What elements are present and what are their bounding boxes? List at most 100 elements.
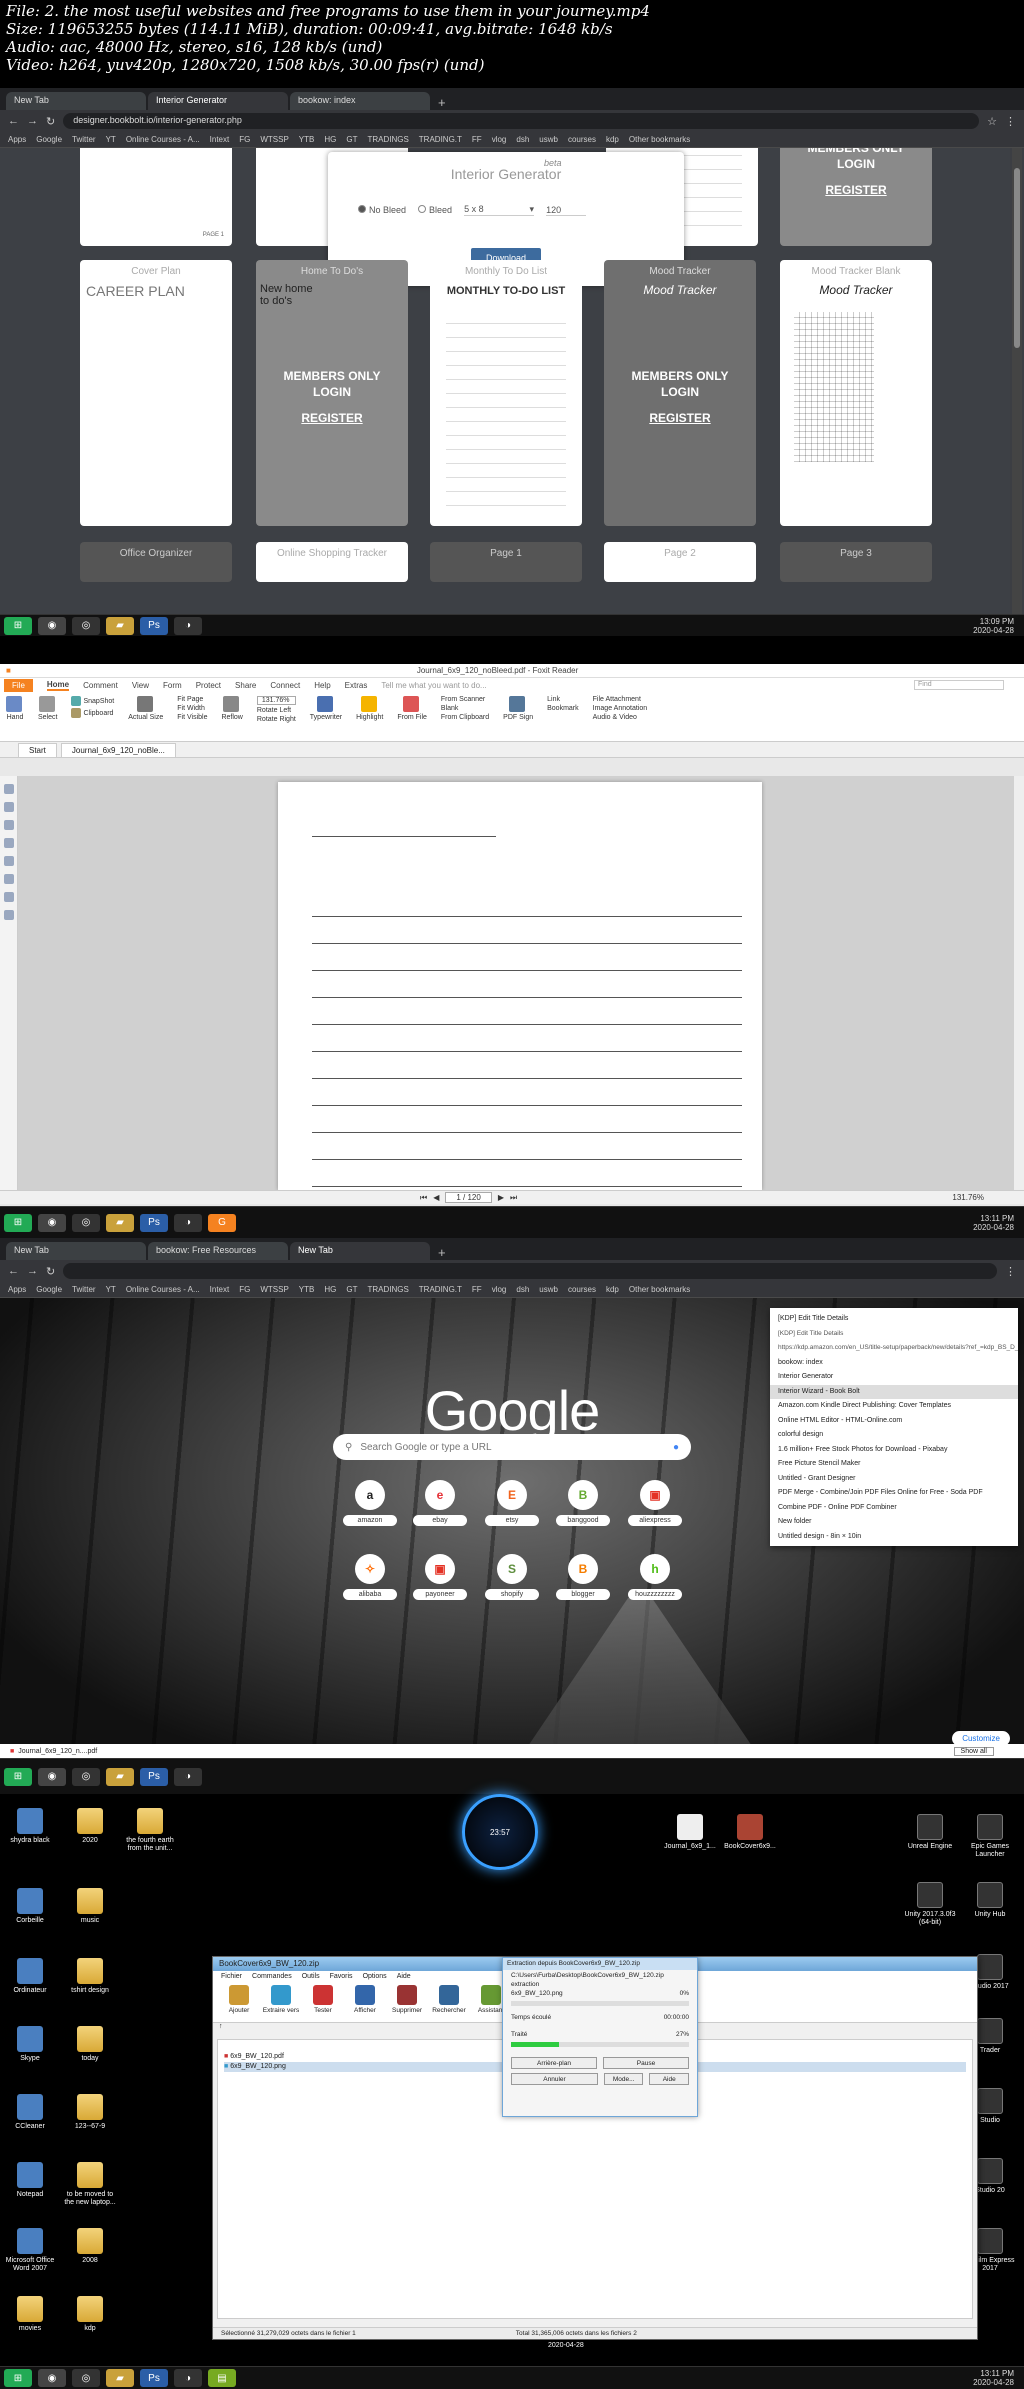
shortcut-payoneer[interactable]: ▣ payoneer bbox=[413, 1554, 467, 1600]
desktop-icon[interactable]: CCleaner bbox=[2, 2094, 58, 2131]
fit-page-button[interactable]: Fit Page bbox=[177, 696, 207, 703]
menu-extras[interactable]: Extras bbox=[345, 681, 368, 690]
rotate-left-button[interactable]: Rotate Left bbox=[257, 707, 296, 714]
desktop-icon[interactable]: 2020 bbox=[62, 1808, 118, 1845]
winrar-tool-button[interactable]: Ajouter bbox=[219, 1985, 259, 2020]
template-card-mood-tracker-blank[interactable]: Mood Tracker Blank Mood Tracker bbox=[780, 260, 932, 526]
bookmark-item[interactable]: vlog bbox=[492, 135, 507, 144]
security-icon[interactable] bbox=[4, 892, 14, 902]
bookmark-item[interactable]: WTSSP bbox=[260, 1285, 288, 1294]
reload-icon[interactable]: ↻ bbox=[46, 115, 55, 128]
template-card-office-organizer[interactable]: Office Organizer bbox=[80, 542, 232, 582]
shortcut-banggood[interactable]: Bbanggood bbox=[556, 1480, 610, 1526]
template-card-home-todo[interactable]: Home To Do's New home to do's MEMBERS ON… bbox=[256, 260, 408, 526]
microphone-icon[interactable]: ● bbox=[673, 1442, 679, 1453]
tags-icon[interactable] bbox=[4, 910, 14, 920]
bookmark-item[interactable]: HG bbox=[324, 135, 336, 144]
layers-icon[interactable] bbox=[4, 820, 14, 830]
pages-input[interactable]: 120 bbox=[546, 205, 587, 216]
highlight-button[interactable]: Highlight bbox=[356, 696, 383, 737]
bookmark-item[interactable]: Apps bbox=[8, 135, 26, 144]
register-link[interactable]: REGISTER bbox=[256, 410, 408, 426]
tab-bookow-free-resources[interactable]: bookow: Free Resources bbox=[148, 1242, 288, 1260]
login-link[interactable]: LOGIN bbox=[256, 384, 408, 400]
bookmark-item[interactable]: Twitter bbox=[72, 135, 96, 144]
bookmark-menu-item[interactable]: bookow: index bbox=[770, 1356, 1018, 1371]
desktop-icon[interactable]: Unreal Engine bbox=[902, 1814, 958, 1851]
winrar-menu-item[interactable]: Favoris bbox=[330, 1971, 353, 1983]
first-page-icon[interactable]: ⏮ bbox=[420, 1193, 427, 1203]
folder-icon[interactable]: ▰ bbox=[106, 2369, 134, 2387]
shortcut-etsy[interactable]: Eetsy bbox=[485, 1480, 539, 1526]
register-link[interactable]: REGISTER bbox=[780, 182, 932, 198]
rotate-right-button[interactable]: Rotate Right bbox=[257, 716, 296, 723]
template-card-page-2[interactable]: Page 2 bbox=[604, 542, 756, 582]
bookmark-item[interactable]: kdp bbox=[606, 135, 619, 144]
select-tool[interactable]: Select bbox=[38, 696, 57, 737]
google-search-box[interactable]: ⚲ Search Google or type a URL ● bbox=[333, 1434, 691, 1460]
winrar-tool-button[interactable]: Extraire vers bbox=[261, 1985, 301, 2020]
bookmark-item[interactable]: GT bbox=[346, 135, 357, 144]
bookmark-item[interactable]: Google bbox=[36, 1285, 62, 1294]
chrome-icon[interactable]: ◉ bbox=[38, 2369, 66, 2387]
bookmark-menu-item[interactable]: [KDP] Edit Title Details bbox=[770, 1312, 1018, 1327]
signature-icon[interactable] bbox=[4, 874, 14, 884]
bookmark-menu-item[interactable]: PDF Merge - Combine/Join PDF Files Onlin… bbox=[770, 1486, 1018, 1501]
bookmark-menu-item[interactable]: Free Picture Stencil Maker bbox=[770, 1457, 1018, 1472]
winrar-menu-item[interactable]: Fichier bbox=[221, 1971, 242, 1983]
browser-icon[interactable]: ◎ bbox=[72, 2369, 100, 2387]
bookmark-button[interactable]: Bookmark bbox=[547, 705, 579, 712]
shortcut-ebay[interactable]: e ebay bbox=[413, 1480, 467, 1526]
star-icon[interactable]: ☆ bbox=[987, 115, 997, 128]
bookmark-item[interactable]: Online Courses - A... bbox=[126, 135, 200, 144]
bookmark-menu-item[interactable]: Interior Wizard - Book Bolt bbox=[770, 1384, 1018, 1399]
size-select[interactable]: 5 x 8 ▾ bbox=[464, 204, 535, 216]
start-icon[interactable]: ⊞ bbox=[4, 2369, 32, 2387]
tab-new-tab[interactable]: New Tab bbox=[6, 92, 146, 110]
menu-view[interactable]: View bbox=[132, 681, 149, 690]
desktop-icon[interactable]: tshirt design bbox=[62, 1958, 118, 1995]
winrar-tool-button[interactable]: Rechercher bbox=[429, 1985, 469, 2020]
menu-help[interactable]: Help bbox=[314, 681, 330, 690]
bookmark-item[interactable]: uswb bbox=[539, 135, 558, 144]
bookmark-item[interactable]: TRADINGS bbox=[367, 1285, 408, 1294]
doc-tab-journal[interactable]: Journal_6x9_120_noBle... bbox=[60, 743, 176, 757]
actual-size-button[interactable]: Actual Size bbox=[128, 696, 163, 737]
bookmark-item[interactable]: YTB bbox=[299, 1285, 315, 1294]
chrome-icon[interactable]: ◉ bbox=[38, 616, 66, 635]
bookmark-item[interactable]: Intext bbox=[210, 1285, 230, 1294]
bookmark-item[interactable]: Other bookmarks bbox=[629, 135, 690, 144]
bookmark-item[interactable]: WTSSP bbox=[260, 135, 288, 144]
app-icon[interactable]: ◑ bbox=[174, 1213, 202, 1232]
page-scrollbar[interactable] bbox=[1012, 148, 1022, 614]
app-icon[interactable]: ◑ bbox=[174, 1767, 202, 1786]
menu-share[interactable]: Share bbox=[235, 681, 256, 690]
url-field[interactable]: designer.bookbolt.io/interior-generator.… bbox=[63, 113, 980, 129]
template-card-monthly-todo[interactable]: Monthly To Do List MONTHLY TO-DO LIST bbox=[430, 260, 582, 526]
shortcut-blogger[interactable]: Bblogger bbox=[556, 1554, 610, 1600]
no-bleed-radio[interactable]: No Bleed bbox=[358, 205, 406, 215]
menu-home[interactable]: Home bbox=[46, 680, 70, 691]
bookmark-menu-item[interactable]: Untitled design - 8in × 10in bbox=[770, 1530, 1018, 1545]
template-card-online-shopping[interactable]: Online Shopping Tracker bbox=[256, 542, 408, 582]
template-card-members[interactable]: MEMBERS ONLY LOGIN REGISTER bbox=[780, 148, 932, 246]
audio-video-button[interactable]: Audio & Video bbox=[593, 714, 648, 721]
tab-interior-generator[interactable]: Interior Generator bbox=[148, 92, 288, 110]
desktop-icon[interactable]: to be moved to the new laptop... bbox=[62, 2162, 118, 2207]
template-card-mood-tracker[interactable]: Mood Tracker Mood Tracker MEMBERS ONLY L… bbox=[604, 260, 756, 526]
bookmarks-icon[interactable] bbox=[4, 802, 14, 812]
from-clipboard-button[interactable]: From Clipboard bbox=[441, 714, 489, 721]
bookmark-menu-item[interactable]: 1.6 million+ Free Stock Photos for Downl… bbox=[770, 1443, 1018, 1458]
desktop-icon[interactable]: Ordinateur bbox=[2, 1958, 58, 1995]
bookmark-item[interactable]: kdp bbox=[606, 1285, 619, 1294]
bookmark-item[interactable]: vlog bbox=[492, 1285, 507, 1294]
download-item[interactable]: Journal_6x9_120_n....pdf bbox=[18, 1748, 97, 1755]
bookmark-menu-item[interactable]: Amazon.com Kindle Direct Publishing: Cov… bbox=[770, 1399, 1018, 1414]
back-icon[interactable]: ← bbox=[8, 115, 19, 127]
pause-button[interactable]: Pause bbox=[603, 2057, 689, 2069]
bookmark-item[interactable]: FF bbox=[472, 135, 482, 144]
start-icon[interactable]: ⊞ bbox=[4, 616, 32, 635]
desktop-icon[interactable]: today bbox=[62, 2026, 118, 2063]
desktop-icon[interactable]: the fourth earth from the unit... bbox=[122, 1808, 178, 1853]
from-scanner-button[interactable]: From Scanner bbox=[441, 696, 489, 703]
